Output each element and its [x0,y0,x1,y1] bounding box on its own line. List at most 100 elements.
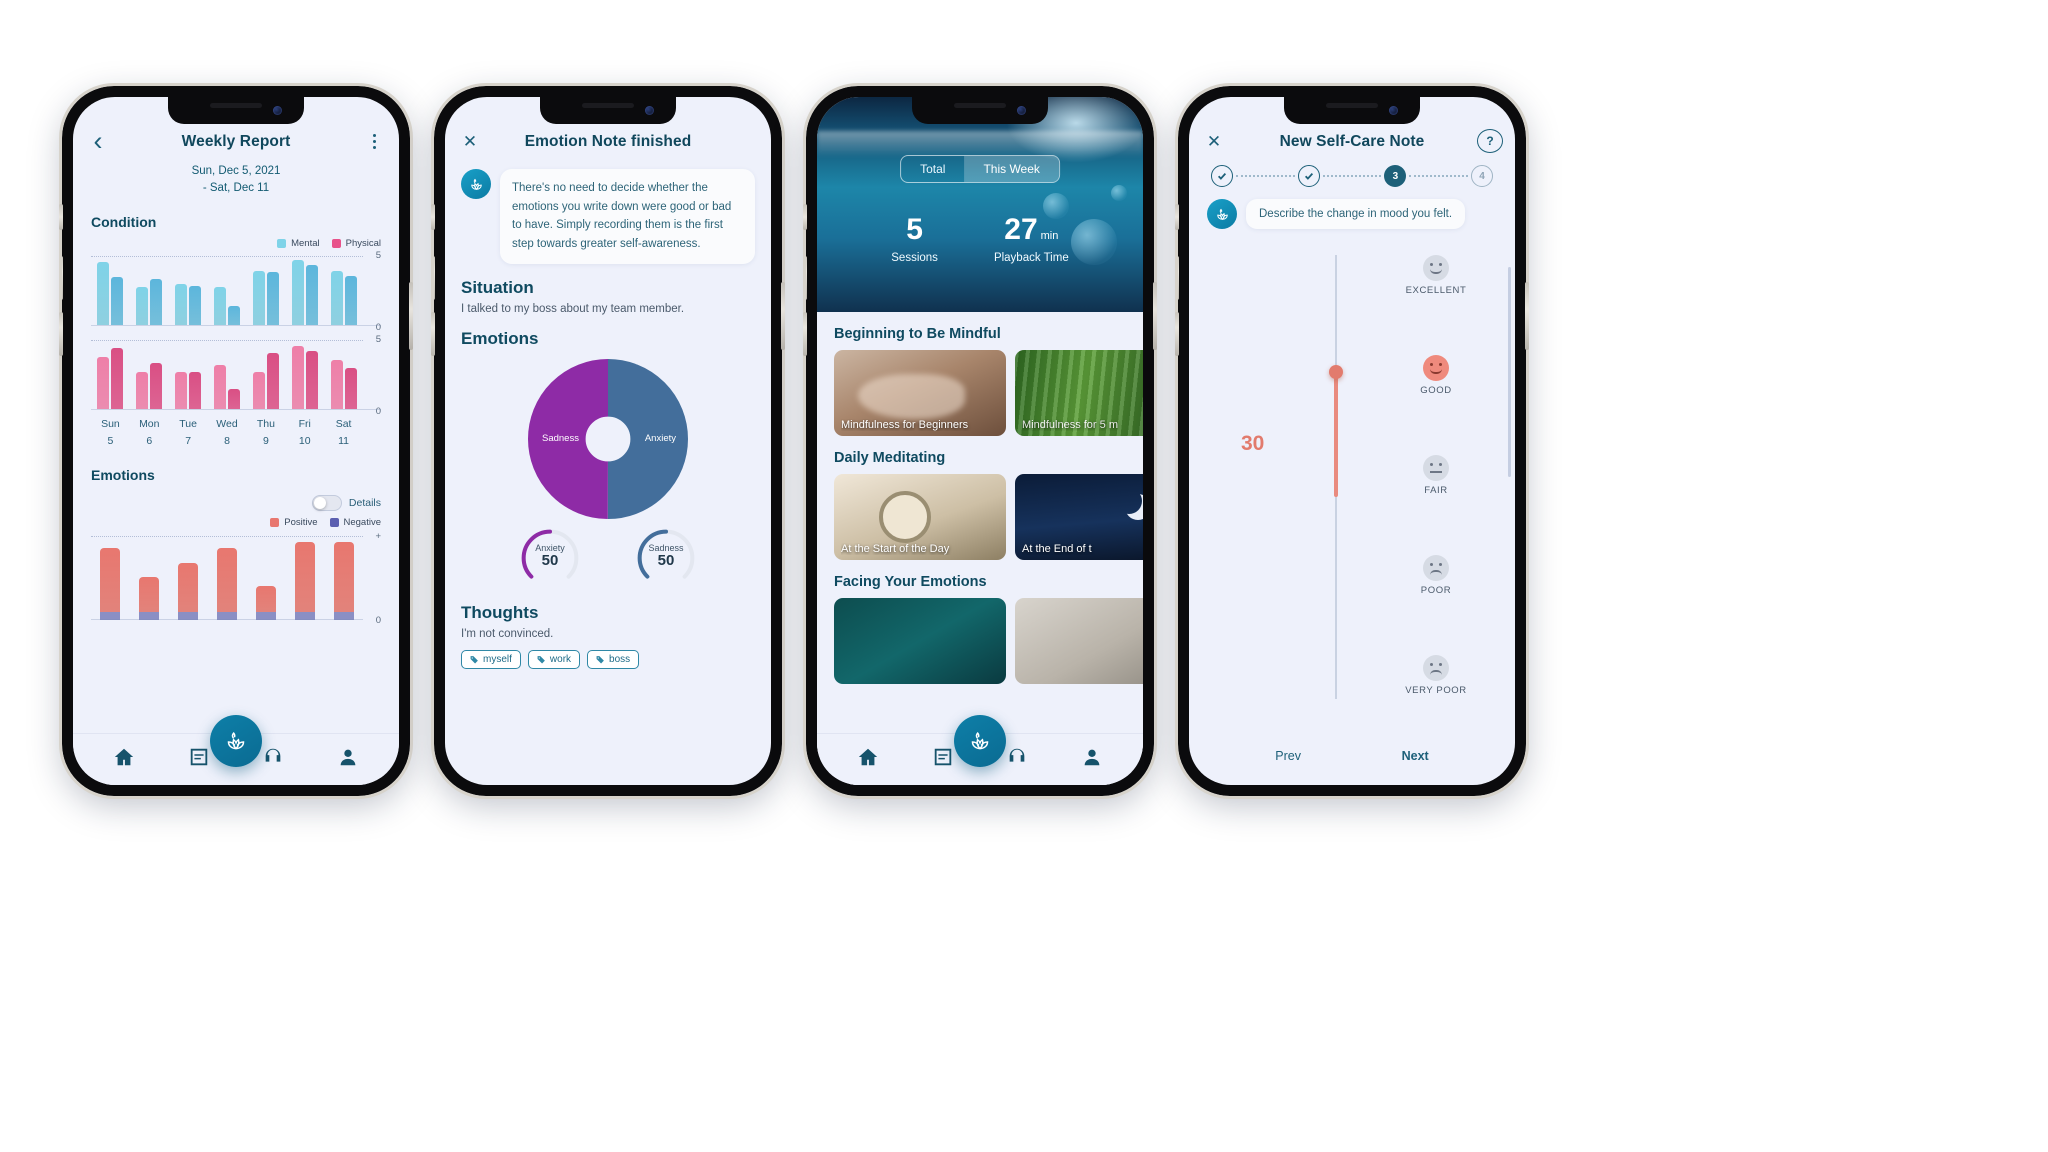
period-segmented-control: Total This Week [900,155,1060,183]
front-camera-icon [273,106,282,115]
axis-max-emotions: + [375,530,381,542]
day-label: Sun 5 [91,416,130,449]
bar [136,287,149,326]
nav-notes[interactable] [186,744,212,770]
power-button[interactable] [781,282,785,350]
power-button[interactable] [409,282,413,350]
step-3-current[interactable]: 3 [1384,165,1407,187]
back-icon[interactable] [85,129,111,153]
meditation-card[interactable]: Mindfulness for Beginners [834,350,1006,436]
bar-group [285,256,324,326]
step-connector [1236,175,1295,177]
day-label: Tue 7 [169,416,208,449]
mute-switch[interactable] [803,204,807,230]
stat-playback-value: 27 min [994,215,1069,245]
close-icon[interactable] [1201,129,1227,153]
legend-item-negative: Negative [329,517,381,528]
bar-positive [178,562,199,612]
bar [344,276,357,326]
section-title: Daily Meditating [834,450,946,466]
day-number: 6 [146,434,153,447]
bar [189,372,202,410]
chart-condition-mental: 5 0 [91,250,381,333]
tag-chip[interactable]: myself [461,649,521,669]
mood-option-very-poor[interactable]: VERY POOR [1375,655,1497,696]
next-button[interactable]: Next [1402,749,1429,763]
mood-option-fair[interactable]: FAIR [1375,455,1497,496]
details-toggle[interactable] [311,494,342,511]
kebab-menu-icon[interactable] [361,129,387,153]
step-connector [1409,175,1469,177]
tag-icon [537,655,545,663]
meditation-card[interactable] [834,598,1006,684]
nav-listen[interactable] [260,744,286,770]
mood-face-icon [1423,555,1449,581]
legend-item-mental: Mental [277,238,320,249]
scrollbar[interactable] [1508,267,1511,477]
nav-home[interactable] [855,744,881,770]
prev-button[interactable]: Prev [1275,749,1301,763]
nav-profile[interactable] [1079,744,1105,770]
mute-switch[interactable] [1175,204,1179,230]
bar-group [246,340,285,410]
meditation-card[interactable]: Mindfulness for 5 m [1015,350,1143,436]
segment-this-week[interactable]: This Week [964,156,1059,182]
step-1-done[interactable] [1211,165,1233,187]
day-name: Tue [179,418,197,431]
bar-positive [139,576,160,612]
tag-chip[interactable]: boss [587,649,640,669]
emotions-heading: Emotions [91,466,155,483]
power-button[interactable] [1153,282,1157,350]
mood-option-good[interactable]: GOOD [1375,355,1497,396]
tag-chip[interactable]: work [527,649,581,669]
meditation-card[interactable] [1015,598,1143,684]
day-label: Mon 6 [130,416,169,449]
nav-profile[interactable] [335,744,361,770]
gauge-sadness: Sadness 50 [635,527,697,589]
day-axis-labels: Sun 5 Mon 6 Tue 7 Wed 8 Thu 9 Fri 10 Sat 11 [91,416,381,449]
wizard-footer: Prev Next [1189,749,1515,763]
bar [252,372,265,410]
slider-knob[interactable] [1329,365,1343,379]
screenshot-stage: Weekly Report Sun, Dec 5, 2021 - Sat, De… [0,0,2048,1152]
bar [330,360,343,410]
mute-switch[interactable] [431,204,435,230]
day-name: Mon [139,418,160,431]
segment-total[interactable]: Total [901,156,964,182]
stat-playback-unit: min [1040,230,1059,242]
meditation-card[interactable]: At the Start of the Day [834,474,1006,560]
bar [214,365,226,410]
meditation-card[interactable]: At the End of t [1015,474,1143,560]
emotion-note-body: There's no need to decide whether the em… [445,159,771,785]
bar-group [208,536,247,620]
card-label: At the End of t [1022,543,1092,555]
lotus-fab-button[interactable] [954,715,1006,767]
tag-list: myself work boss [461,649,755,669]
stats-row: 5 Sessions 27 min Playback Time [817,215,1143,265]
power-button[interactable] [1525,282,1529,350]
card-label: Mindfulness for 5 m [1022,419,1118,431]
mute-switch[interactable] [59,204,63,230]
close-icon[interactable] [457,129,483,153]
bar [330,271,343,326]
bar [189,286,202,326]
slider-fill [1334,372,1338,497]
bar [266,353,279,410]
day-label: Thu 9 [246,416,285,449]
screen-weekly-report: Weekly Report Sun, Dec 5, 2021 - Sat, De… [73,97,399,785]
day-name: Thu [256,418,275,431]
nav-listen[interactable] [1004,744,1030,770]
legend-label-physical: Physical [345,238,381,250]
lotus-fab-button[interactable] [210,715,262,767]
step-2-done[interactable] [1297,165,1320,187]
help-circle-icon[interactable]: ? [1477,129,1503,153]
mood-option-poor[interactable]: POOR [1375,555,1497,596]
bar-group [208,256,247,326]
stat-sessions: 5 Sessions [891,215,938,265]
bar [305,351,318,410]
step-4-todo[interactable]: 4 [1471,165,1494,187]
nav-notes[interactable] [930,744,956,770]
mood-option-excellent[interactable]: EXCELLENT [1375,255,1497,296]
emotions-heading: Emotions [461,328,539,348]
nav-home[interactable] [111,744,137,770]
